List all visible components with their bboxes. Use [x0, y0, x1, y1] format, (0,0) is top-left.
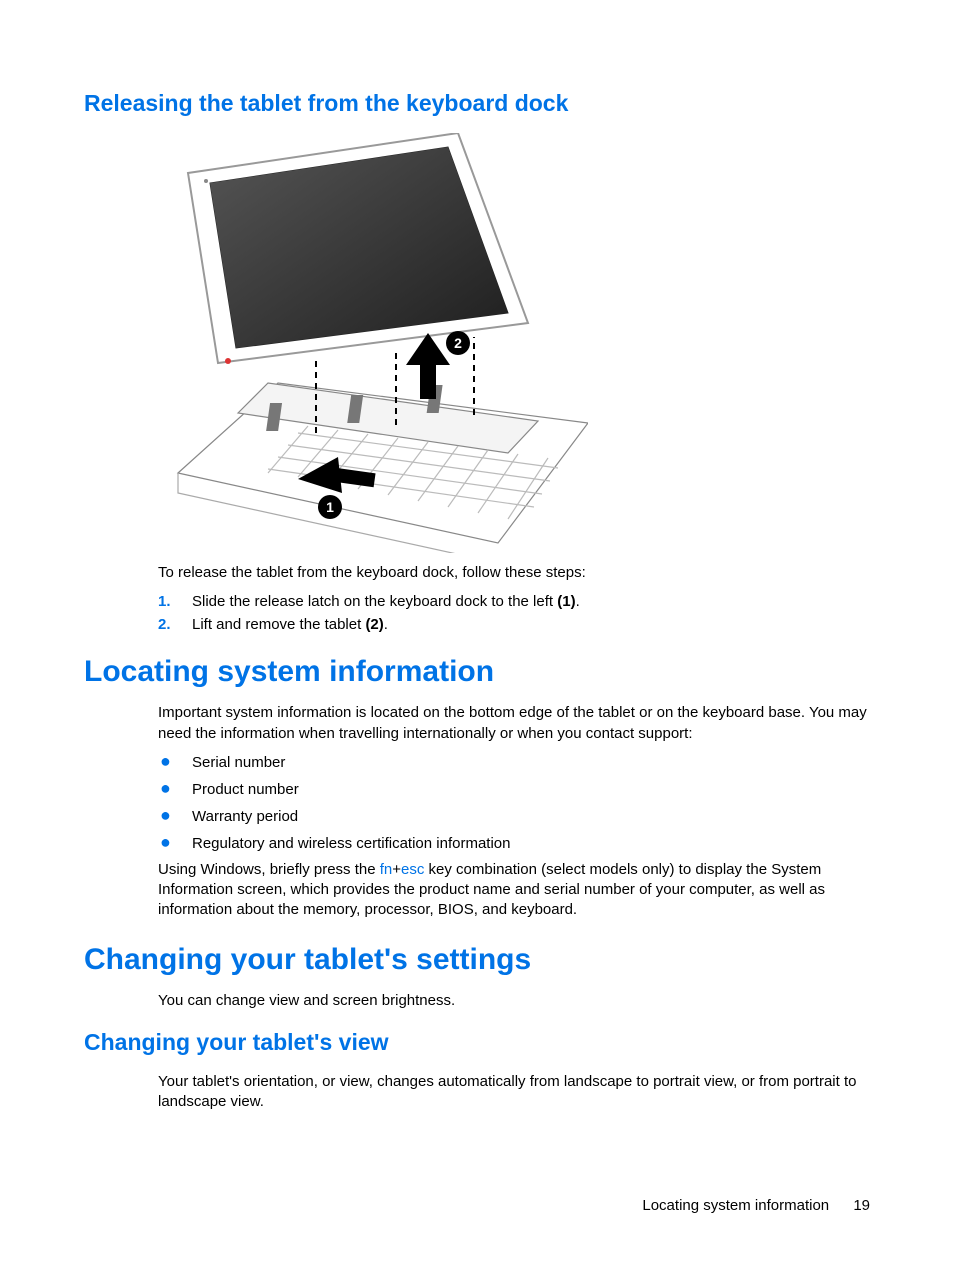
list-item: ● Product number — [158, 779, 870, 798]
heading-locating-system-info: Locating system information — [84, 655, 870, 689]
release-intro-text: To release the tablet from the keyboard … — [158, 563, 870, 583]
list-item: ● Regulatory and wireless certification … — [158, 833, 870, 852]
step-number: 2. — [158, 616, 192, 633]
release-steps-list: 1. Slide the release latch on the keyboa… — [158, 593, 870, 633]
page-number: 19 — [853, 1197, 870, 1214]
tablet-dock-illustration: 2 1 — [158, 133, 588, 553]
heading-changing-view: Changing your tablet's view — [84, 1029, 870, 1056]
list-item: ● Warranty period — [158, 806, 870, 825]
key-fn: fn — [380, 861, 393, 878]
view-para: Your tablet's orientation, or view, chan… — [158, 1072, 870, 1113]
bullet-text: Warranty period — [192, 808, 870, 825]
sysinfo-para1: Important system information is located … — [158, 703, 870, 744]
step-number: 1. — [158, 593, 192, 610]
svg-text:2: 2 — [454, 335, 462, 351]
bullet-text: Regulatory and wireless certification in… — [192, 835, 870, 852]
bullet-icon: ● — [158, 806, 192, 824]
sysinfo-para2: Using Windows, briefly press the fn+esc … — [158, 860, 870, 921]
settings-para: You can change view and screen brightnes… — [158, 991, 870, 1011]
bullet-icon: ● — [158, 779, 192, 797]
step-text: Slide the release latch on the keyboard … — [192, 593, 870, 610]
footer-section-title: Locating system information — [642, 1197, 829, 1214]
list-item: ● Serial number — [158, 752, 870, 771]
document-page: Releasing the tablet from the keyboard d… — [0, 0, 954, 1270]
bullet-text: Serial number — [192, 754, 870, 771]
callout-marker-2: 2 — [446, 331, 470, 355]
page-footer: Locating system information 19 — [642, 1197, 870, 1214]
bullet-icon: ● — [158, 833, 192, 851]
step-text: Lift and remove the tablet (2). — [192, 616, 870, 633]
list-item: 2. Lift and remove the tablet (2). — [158, 616, 870, 633]
heading-releasing-tablet: Releasing the tablet from the keyboard d… — [84, 90, 870, 117]
heading-changing-settings: Changing your tablet's settings — [84, 943, 870, 977]
callout-marker-1: 1 — [318, 495, 342, 519]
svg-text:1: 1 — [326, 499, 334, 515]
key-esc: esc — [401, 861, 424, 878]
bullet-icon: ● — [158, 752, 192, 770]
bullet-text: Product number — [192, 781, 870, 798]
list-item: 1. Slide the release latch on the keyboa… — [158, 593, 870, 610]
sysinfo-bullet-list: ● Serial number ● Product number ● Warra… — [158, 752, 870, 852]
